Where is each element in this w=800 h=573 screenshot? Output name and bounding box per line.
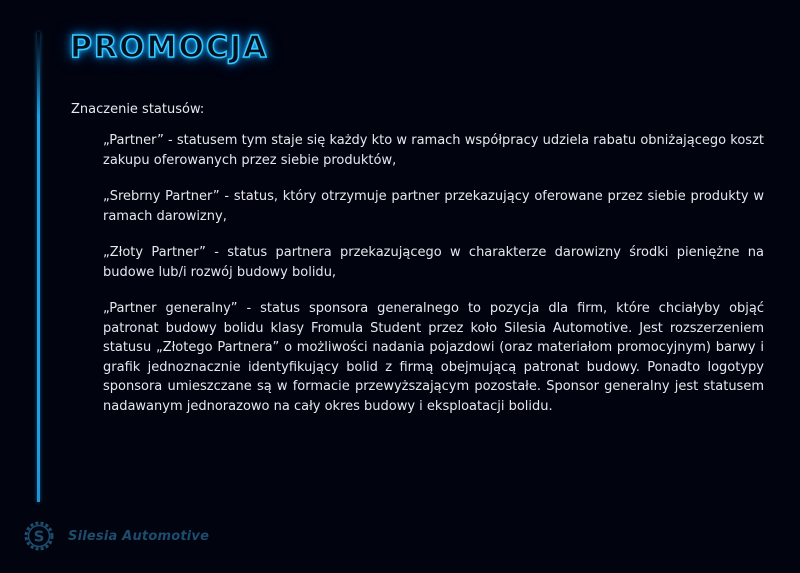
intro-heading: Znaczenie statusów:	[71, 102, 205, 117]
page-title: PROMOCJA	[69, 29, 269, 66]
gear-logo-icon: S	[24, 521, 54, 551]
logo-mark-letter: S	[34, 528, 45, 546]
footer-logo: S Silesia Automotive	[22, 519, 209, 553]
accent-vertical-line	[37, 32, 40, 502]
status-general-partner: „Partner generalny” - status sponsora ge…	[103, 301, 764, 414]
status-partner: „Partner” - statusem tym staje się każdy…	[103, 133, 764, 168]
status-list: „Partner” - statusem tym staje się każdy…	[103, 131, 764, 433]
status-gold-partner: „Złoty Partner” - status partnera przeka…	[103, 245, 764, 280]
status-silver-partner: „Srebrny Partner” - status, który otrzym…	[103, 189, 764, 224]
logo-name: Silesia Automotive	[68, 528, 210, 544]
